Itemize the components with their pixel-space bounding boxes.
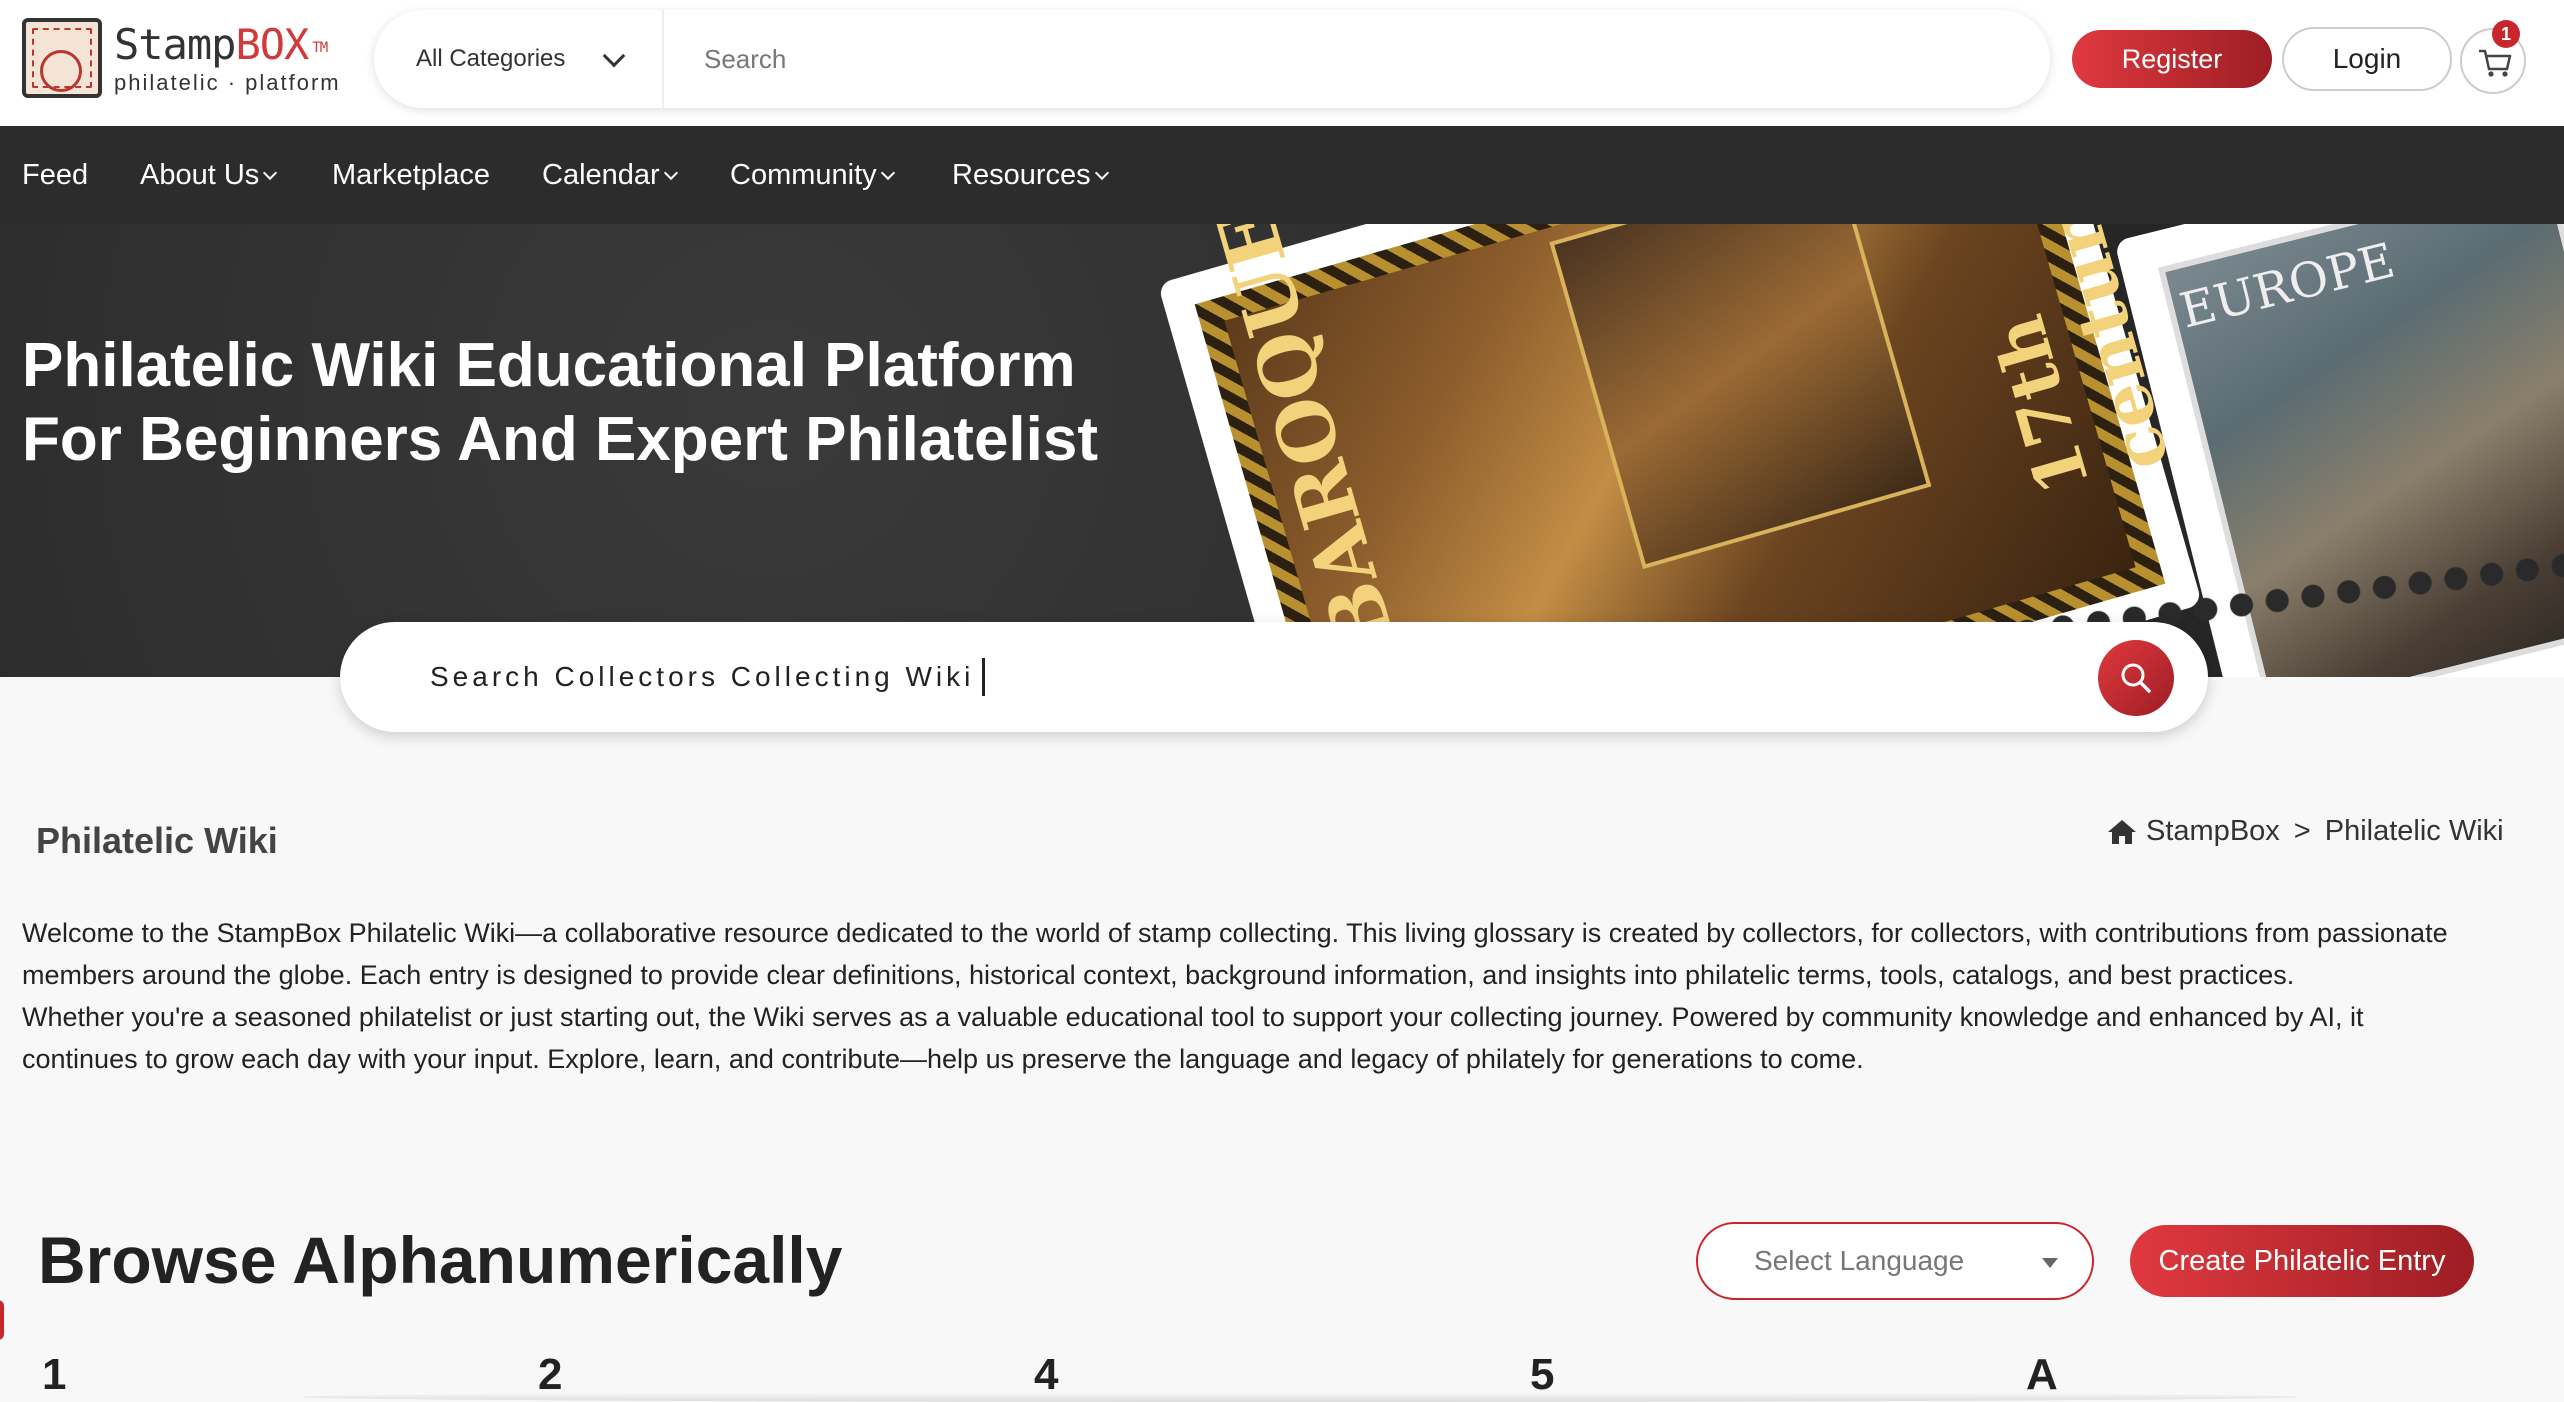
site-header: StampBOX TM philatelic · platform All Cat… xyxy=(0,0,2564,126)
alpha-column-heading[interactable]: A xyxy=(2026,1350,2058,1400)
nav-item-resources[interactable]: Resources xyxy=(952,126,1109,224)
logo-wordmark: StampBOX TM xyxy=(114,20,328,69)
logo-trademark: TM xyxy=(312,39,328,56)
category-dropdown[interactable]: All Categories xyxy=(374,10,664,108)
nav-item-label: Marketplace xyxy=(332,158,490,191)
stampbox-logo[interactable]: StampBOX TM philatelic · platform xyxy=(22,18,362,102)
nav-item-label: Resources xyxy=(952,158,1091,191)
intro-paragraph-1: Welcome to the StampBox Philatelic Wiki—… xyxy=(22,918,2448,990)
breadcrumb: StampBox > Philatelic Wiki xyxy=(2106,815,2504,848)
logo-name-stamp: Stamp xyxy=(114,20,236,69)
nav-item-feed[interactable]: Feed xyxy=(22,126,88,224)
browse-section-title: Browse Alphanumerically xyxy=(38,1223,843,1297)
hero-title: Philatelic Wiki Educational Platform For… xyxy=(22,329,1122,477)
nav-item-community[interactable]: Community xyxy=(730,126,895,224)
hero-banner: BAROQUE 17th century EUROPE Philatelic W… xyxy=(0,224,2564,677)
create-entry-button[interactable]: Create Philatelic Entry xyxy=(2130,1225,2474,1297)
header-search-input[interactable]: Search xyxy=(704,10,786,108)
nav-item-label: About Us xyxy=(140,158,260,191)
breadcrumb-separator: > xyxy=(2293,815,2311,847)
cart-count-badge: 1 xyxy=(2492,20,2520,48)
cart-icon xyxy=(2479,49,2512,77)
logo-tagline: philatelic · platform xyxy=(114,70,341,95)
intro-paragraph-2: Whether you're a seasoned philatelist or… xyxy=(22,1002,2364,1074)
chevron-down-icon xyxy=(602,44,626,68)
intro-text: Welcome to the StampBox Philatelic Wiki—… xyxy=(22,912,2472,1080)
home-icon xyxy=(2108,819,2136,844)
language-select[interactable]: Select Language xyxy=(1696,1222,2094,1300)
nav-item-about-us[interactable]: About Us xyxy=(140,126,278,224)
login-button[interactable]: Login xyxy=(2282,27,2452,91)
wiki-search-bar: Search Collectors Collecting Wiki xyxy=(340,622,2208,732)
wiki-search-button[interactable] xyxy=(2098,640,2174,716)
alpha-list-divider xyxy=(300,1392,2300,1402)
chevron-down-icon xyxy=(663,165,678,181)
hero-title-line-2: For Beginners And Expert Philatelist xyxy=(22,405,1099,474)
wiki-search-input[interactable]: Search Collectors Collecting Wiki xyxy=(430,622,985,732)
chevron-down-icon xyxy=(263,165,278,181)
nav-item-calendar[interactable]: Calendar xyxy=(542,126,678,224)
page-title: Philatelic Wiki xyxy=(36,820,278,861)
chevron-down-icon xyxy=(1094,165,1109,181)
logo-stamp-icon xyxy=(22,18,102,98)
header-search-bar: All Categories Search xyxy=(374,10,2050,108)
nav-item-label: Feed xyxy=(22,158,89,191)
alpha-column-heading[interactable]: 1 xyxy=(42,1350,66,1400)
side-tab-handle[interactable] xyxy=(0,1300,4,1340)
category-dropdown-label: All Categories xyxy=(416,45,566,72)
baroque-stamp-image: BAROQUE 17th century xyxy=(1167,224,2193,677)
alpha-column-heading[interactable]: 2 xyxy=(538,1350,562,1400)
chevron-down-icon xyxy=(880,165,895,181)
breadcrumb-current: Philatelic Wiki xyxy=(2324,815,2504,847)
main-nav: Feed About Us Marketplace Calendar Commu… xyxy=(0,126,2564,224)
nav-item-label: Community xyxy=(730,158,877,191)
logo-name-box: BOX xyxy=(235,20,309,69)
search-icon xyxy=(2121,663,2151,693)
nav-item-label: Calendar xyxy=(542,158,660,191)
nav-item-marketplace[interactable]: Marketplace xyxy=(332,126,490,224)
caret-down-icon xyxy=(2042,1258,2058,1268)
hero-title-line-1: Philatelic Wiki Educational Platform xyxy=(22,331,1076,400)
register-button[interactable]: Register xyxy=(2072,30,2272,88)
language-select-placeholder: Select Language xyxy=(1754,1245,1965,1276)
breadcrumb-home-link[interactable]: StampBox xyxy=(2146,815,2280,848)
